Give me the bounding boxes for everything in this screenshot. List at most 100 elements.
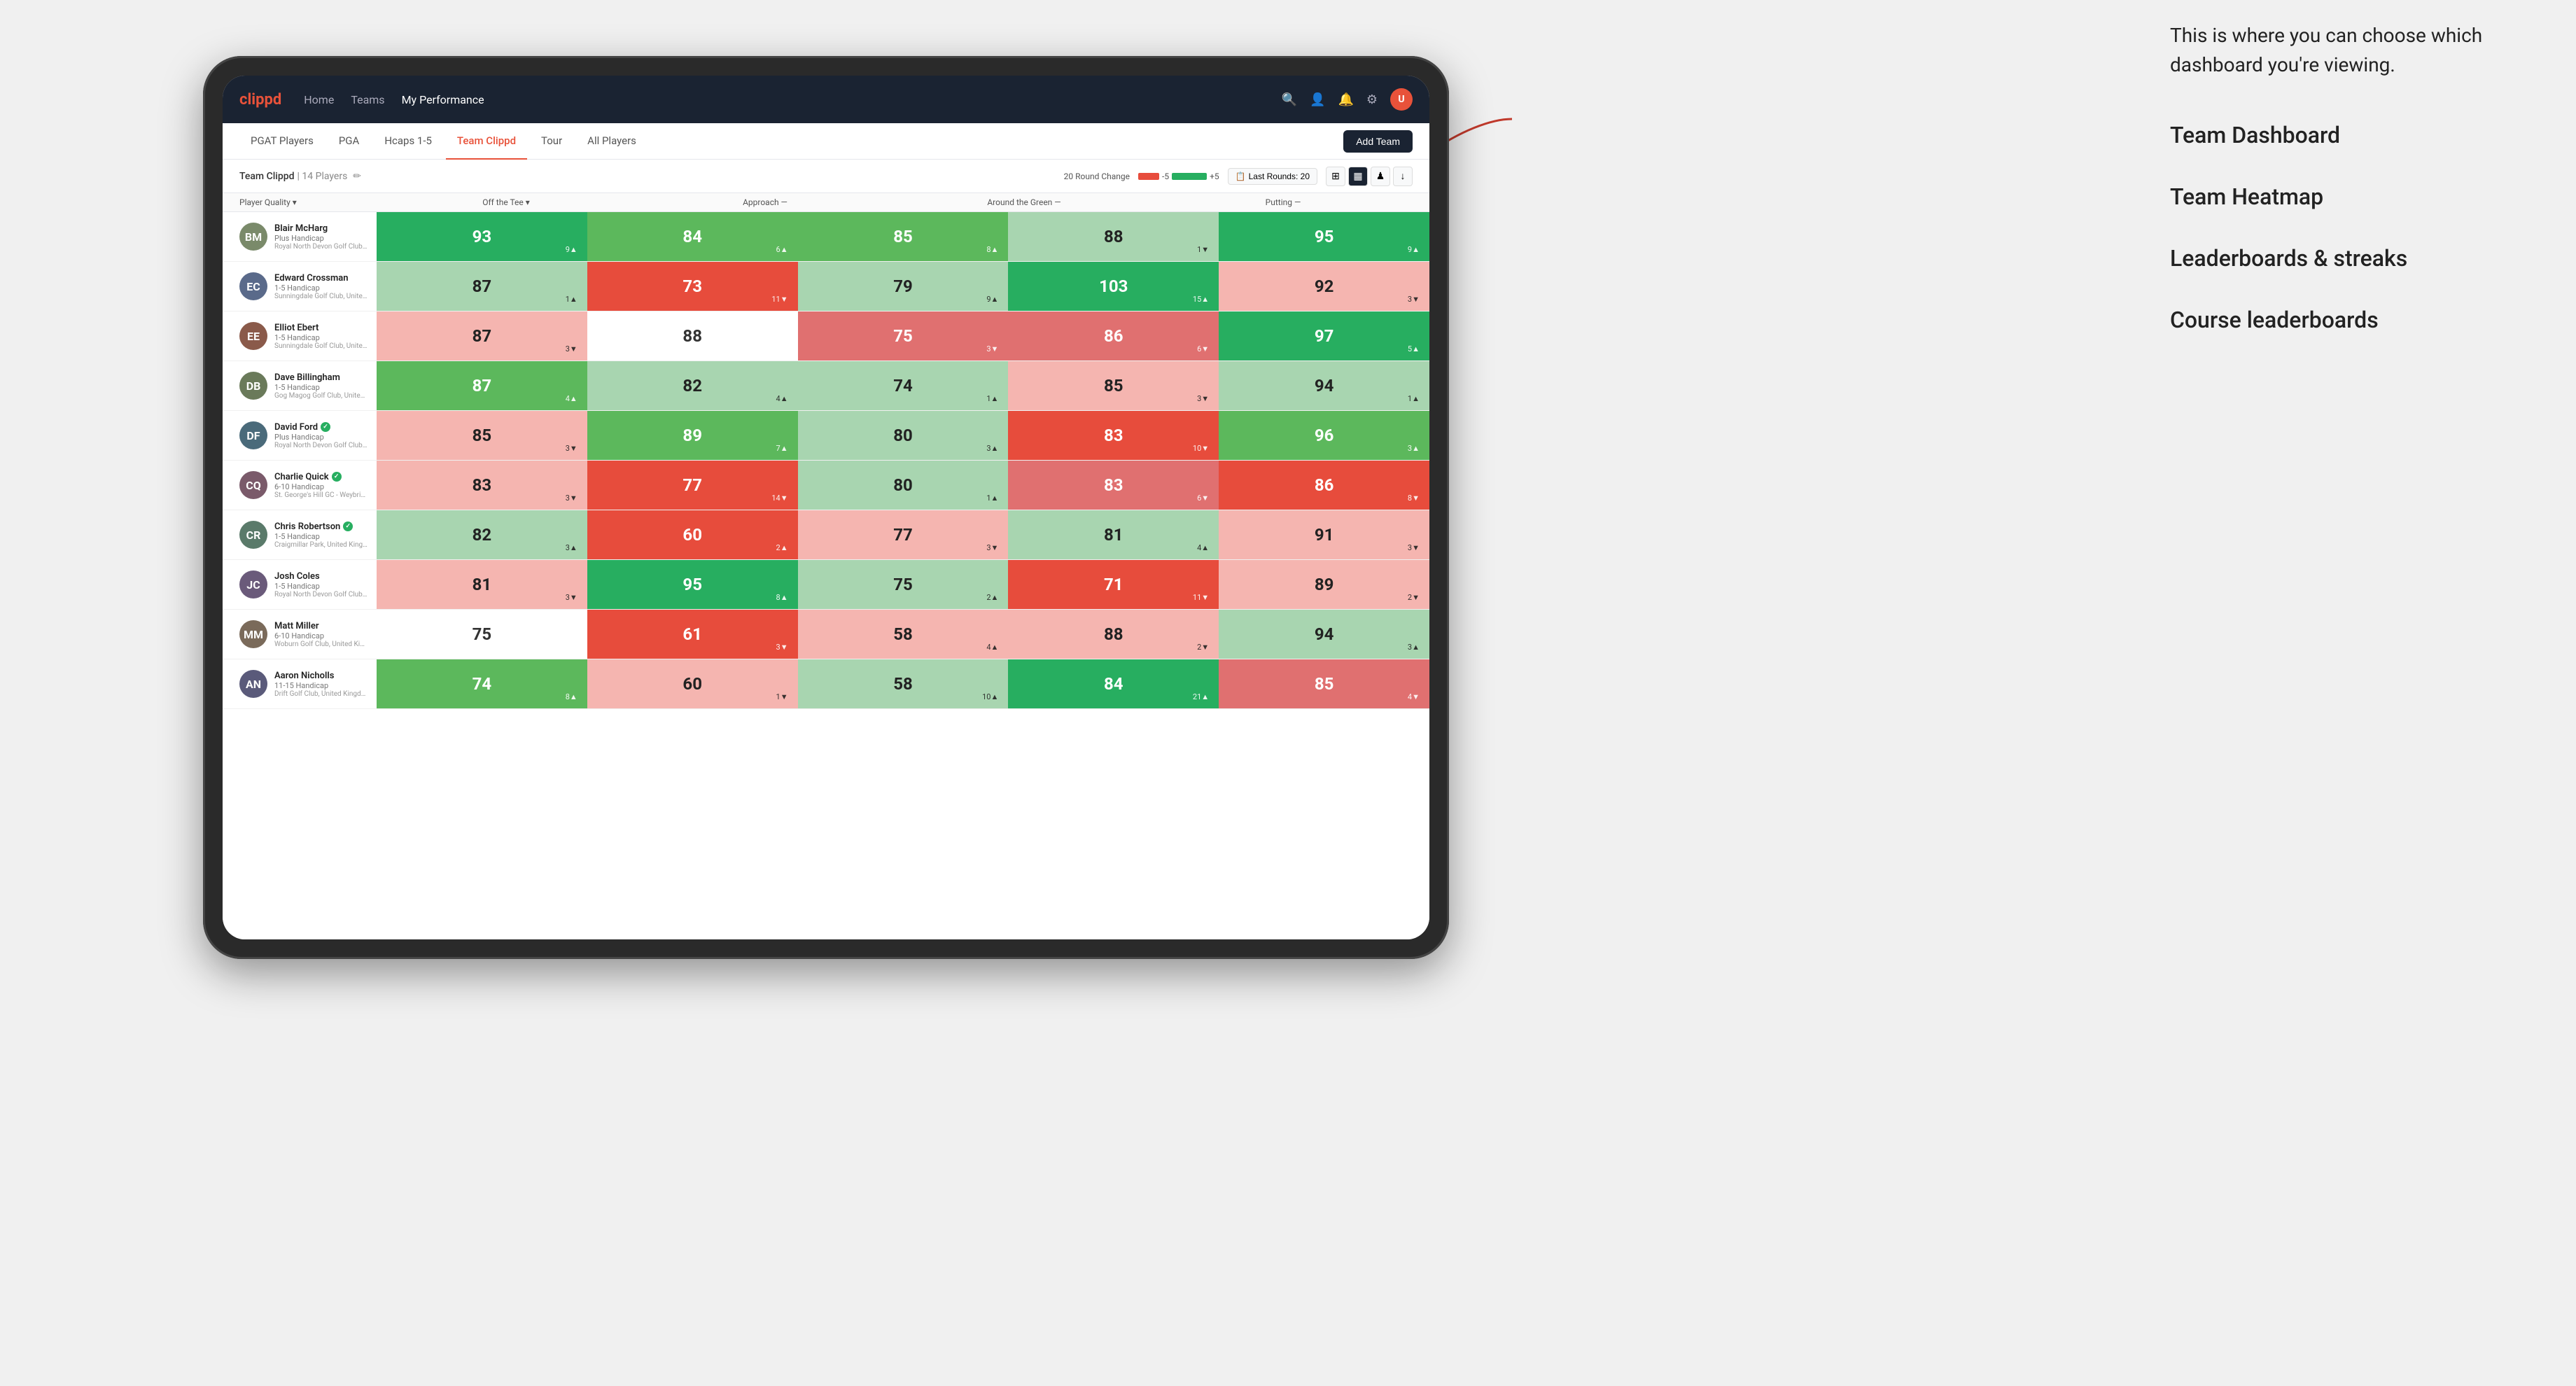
nav-teams[interactable]: Teams <box>351 93 384 106</box>
nav-my-performance[interactable]: My Performance <box>402 93 484 106</box>
stat-change: 3▼ <box>986 543 998 552</box>
stat-change: 15▲ <box>1193 295 1209 304</box>
view-download-button[interactable]: ↓ <box>1393 167 1413 186</box>
col-approach[interactable]: Approach — <box>636 197 895 207</box>
col-putting[interactable]: Putting — <box>1154 197 1413 207</box>
table-row[interactable]: DF David Ford ✓ Plus Handicap Royal Nort… <box>223 411 1429 461</box>
stat-around-green: 85 3▼ <box>1008 361 1219 410</box>
stat-putting: 95 9▲ <box>1219 212 1429 261</box>
player-handicap: Plus Handicap <box>274 234 368 243</box>
view-heatmap-button[interactable]: ♟ <box>1371 167 1390 186</box>
stat-around-green: 84 21▲ <box>1008 659 1219 708</box>
stat-quality: 87 3▼ <box>377 312 587 360</box>
stat-approach: 75 3▼ <box>798 312 1009 360</box>
table-row[interactable]: DB Dave Billingham 1-5 Handicap Gog Mago… <box>223 361 1429 411</box>
stat-change: 3▼ <box>776 643 788 652</box>
stat-change: 4▲ <box>776 394 788 403</box>
player-club: Sunningdale Golf Club, United Kingdom <box>274 293 368 300</box>
stat-value: 74 <box>893 376 913 396</box>
stat-change: 2▼ <box>1408 593 1420 602</box>
annotation-intro: This is where you can choose which dashb… <box>2170 21 2534 80</box>
edit-icon[interactable]: ✏ <box>353 171 361 182</box>
player-name: Chris Robertson ✓ <box>274 522 368 532</box>
stat-value: 75 <box>893 326 913 346</box>
stat-change: 2▲ <box>776 543 788 552</box>
stat-change: 3▲ <box>1408 643 1420 652</box>
annotation-list: Team DashboardTeam HeatmapLeaderboards &… <box>2170 122 2534 333</box>
stat-value: 83 <box>1104 475 1124 495</box>
player-table: Player Quality ▾ Off the Tee ▾ Approach … <box>223 193 1429 939</box>
table-row[interactable]: CQ Charlie Quick ✓ 6-10 Handicap St. Geo… <box>223 461 1429 510</box>
search-icon[interactable]: 🔍 <box>1282 92 1297 107</box>
bar-red <box>1138 173 1159 180</box>
player-name: Elliot Ebert <box>274 323 368 333</box>
table-row[interactable]: JC Josh Coles 1-5 Handicap Royal North D… <box>223 560 1429 610</box>
stat-quality: 74 8▲ <box>377 659 587 708</box>
stat-value: 91 <box>1315 525 1334 545</box>
stat-value: 96 <box>1315 426 1334 445</box>
stat-quality: 82 3▲ <box>377 510 587 559</box>
stat-change: 3▼ <box>1197 394 1209 403</box>
stat-quality: 87 1▲ <box>377 262 587 311</box>
view-icons: ⊞ ▦ ♟ ↓ <box>1326 167 1413 186</box>
last-rounds-button[interactable]: 📋 Last Rounds: 20 <box>1228 168 1317 185</box>
stat-change: 3▼ <box>1408 295 1420 304</box>
avatar[interactable]: U <box>1390 88 1413 111</box>
team-header: Team Clippd | 14 Players ✏ 20 Round Chan… <box>223 160 1429 193</box>
tab-pga[interactable]: PGA <box>328 123 370 160</box>
stat-value: 94 <box>1315 624 1334 644</box>
player-info: CQ Charlie Quick ✓ 6-10 Handicap St. Geo… <box>223 465 377 505</box>
stat-value: 75 <box>472 624 492 644</box>
stat-change: 6▼ <box>1197 344 1209 354</box>
stat-approach: 74 1▲ <box>798 361 1009 410</box>
stat-change: 8▲ <box>986 245 998 254</box>
stat-off-tee: 95 8▲ <box>587 560 798 609</box>
tab-all-players[interactable]: All Players <box>576 123 648 160</box>
person-icon[interactable]: 👤 <box>1310 92 1325 107</box>
header-controls: 20 Round Change -5 +5 📋 Last Rounds: 20 … <box>1064 167 1413 186</box>
player-handicap: 11-15 Handicap <box>274 681 368 690</box>
table-row[interactable]: MM Matt Miller 6-10 Handicap Woburn Golf… <box>223 610 1429 659</box>
tab-hcaps[interactable]: Hcaps 1-5 <box>373 123 443 160</box>
table-row[interactable]: CR Chris Robertson ✓ 1-5 Handicap Craigm… <box>223 510 1429 560</box>
tablet-frame: clippd Home Teams My Performance 🔍 👤 🔔 ⚙… <box>203 56 1449 959</box>
player-info: CR Chris Robertson ✓ 1-5 Handicap Craigm… <box>223 515 377 554</box>
avatar: EC <box>239 272 267 300</box>
stat-off-tee: 84 6▲ <box>587 212 798 261</box>
stat-value: 85 <box>893 227 913 246</box>
settings-icon[interactable]: ⚙ <box>1366 92 1378 107</box>
tab-pgat-players[interactable]: PGAT Players <box>239 123 325 160</box>
stat-quality: 85 3▼ <box>377 411 587 460</box>
view-table-button[interactable]: ▦ <box>1348 167 1368 186</box>
table-row[interactable]: BM Blair McHarg Plus Handicap Royal Nort… <box>223 212 1429 262</box>
player-name: Josh Coles <box>274 571 368 582</box>
player-club: Woburn Golf Club, United Kingdom <box>274 640 368 648</box>
stat-putting: 86 8▼ <box>1219 461 1429 510</box>
bell-icon[interactable]: 🔔 <box>1338 92 1353 107</box>
add-team-button[interactable]: Add Team <box>1343 130 1413 153</box>
table-row[interactable]: AN Aaron Nicholls 11-15 Handicap Drift G… <box>223 659 1429 709</box>
stat-around-green: 88 1▼ <box>1008 212 1219 261</box>
stat-change: 2▲ <box>986 593 998 602</box>
player-handicap: 1-5 Handicap <box>274 383 368 392</box>
tab-tour[interactable]: Tour <box>530 123 573 160</box>
nav-links: Home Teams My Performance <box>304 93 1281 106</box>
annotation-item: Leaderboards & streaks <box>2170 245 2534 272</box>
view-grid-button[interactable]: ⊞ <box>1326 167 1345 186</box>
stat-change: 2▼ <box>1197 643 1209 652</box>
table-row[interactable]: EE Elliot Ebert 1-5 Handicap Sunningdale… <box>223 312 1429 361</box>
col-around-green[interactable]: Around the Green — <box>895 197 1154 207</box>
stat-quality: 75 <box>377 610 587 659</box>
stat-value: 60 <box>682 525 702 545</box>
player-rows: BM Blair McHarg Plus Handicap Royal Nort… <box>223 212 1429 709</box>
col-player-quality[interactable]: Player Quality ▾ <box>223 197 377 207</box>
nav-home[interactable]: Home <box>304 93 334 106</box>
table-row[interactable]: EC Edward Crossman 1-5 Handicap Sunningd… <box>223 262 1429 312</box>
stat-value: 95 <box>1315 227 1334 246</box>
tab-team-clippd[interactable]: Team Clippd <box>446 123 527 160</box>
stat-approach: 79 9▲ <box>798 262 1009 311</box>
col-off-tee[interactable]: Off the Tee ▾ <box>377 197 636 207</box>
player-name: Edward Crossman <box>274 273 368 284</box>
player-info: BM Blair McHarg Plus Handicap Royal Nort… <box>223 217 377 256</box>
stat-off-tee: 61 3▼ <box>587 610 798 659</box>
